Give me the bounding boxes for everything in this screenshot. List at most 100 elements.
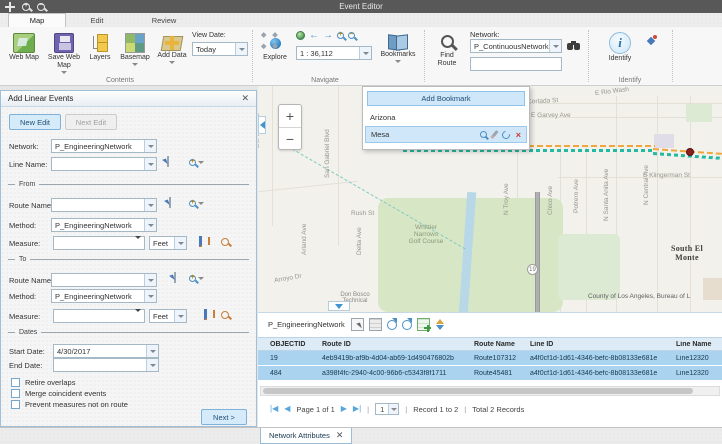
layers-button[interactable]: Layers <box>85 33 115 62</box>
sort-records-icon[interactable] <box>435 318 448 331</box>
find-route-input[interactable] <box>470 57 562 71</box>
group-label-contents: Contents <box>60 77 180 84</box>
zoom-to-feature-icon[interactable]: + <box>189 200 204 207</box>
zoom-out-icon[interactable]: − <box>37 3 45 11</box>
panel-collapse-button[interactable] <box>258 116 266 134</box>
zoom-to-feature-icon[interactable]: + <box>189 159 204 166</box>
find-route-network-select[interactable]: P_ContinuousNetwork <box>470 39 562 53</box>
tab-map[interactable]: Map <box>8 13 66 27</box>
chevron-down-icon <box>144 219 156 231</box>
pan-icon[interactable] <box>5 2 15 12</box>
to-measure-input[interactable] <box>53 309 145 323</box>
zoom-in-icon[interactable]: + <box>22 3 30 11</box>
web-map-button[interactable]: Web Map <box>6 33 42 62</box>
find-route-button[interactable]: Find Route <box>430 35 464 68</box>
save-web-map-button[interactable]: Save Web Map <box>46 33 82 74</box>
identify-button[interactable]: Identify <box>600 32 640 63</box>
tab-network-attributes[interactable]: Network Attributes ✕ <box>260 428 352 444</box>
zoom-to-measure-icon[interactable] <box>221 238 229 246</box>
checkbox[interactable] <box>11 400 20 409</box>
bookmark-item-arizona[interactable]: Arizona <box>365 110 527 124</box>
map-scale-select[interactable]: 1 : 36,112 <box>296 46 372 60</box>
zoom-to-feature-icon[interactable]: + <box>189 275 204 282</box>
binoculars-icon[interactable] <box>567 41 580 50</box>
add-bookmark-button[interactable]: Add Bookmark <box>367 91 525 106</box>
table-row[interactable]: 19 4eb9419b-af9b-4d04-ab69-1d490476802b … <box>258 351 722 366</box>
related-records-icon[interactable] <box>417 318 430 331</box>
chevron-down-icon <box>144 274 156 286</box>
last-page-icon[interactable]: ▶| <box>353 405 361 413</box>
next-edit-button[interactable]: Next Edit <box>65 114 117 130</box>
basemap-button[interactable]: Basemap <box>117 33 153 66</box>
checkbox[interactable] <box>11 389 20 398</box>
chevron-down-icon <box>388 404 398 414</box>
pan-to-selected-icon[interactable] <box>402 320 412 330</box>
close-icon[interactable]: ✕ <box>241 93 249 104</box>
column-header[interactable]: Route ID <box>310 341 462 348</box>
view-date-select[interactable]: Today <box>192 42 248 56</box>
to-method-select[interactable]: P_EngineeringNetwork <box>51 289 157 303</box>
end-date-select[interactable] <box>53 358 159 372</box>
checkbox[interactable] <box>11 378 20 387</box>
previous-extent-icon[interactable]: ← <box>309 31 319 40</box>
scrollbar-thumb[interactable] <box>263 388 693 394</box>
select-on-map-icon[interactable] <box>174 272 176 283</box>
start-date-select[interactable]: 4/30/2017 <box>53 344 159 358</box>
next-button[interactable]: Next > <box>201 409 247 425</box>
network-select[interactable]: P_EngineeringNetwork <box>51 139 157 153</box>
select-records-icon[interactable] <box>351 318 364 331</box>
bookmark-item-mesa[interactable]: Mesa × <box>365 126 527 143</box>
select-on-map-icon[interactable] <box>167 156 169 167</box>
add-data-icon <box>161 36 184 51</box>
zoom-out-icon[interactable]: − <box>348 32 355 39</box>
from-measure-unit-select[interactable]: Feet <box>149 236 187 250</box>
from-route-name-select[interactable] <box>51 198 157 212</box>
zoom-in-icon[interactable]: + <box>337 32 344 39</box>
tab-review[interactable]: Review <box>136 13 192 27</box>
table-row[interactable]: 484 a398f4fc-2940-4c00-96b6-c5343f8f1711… <box>258 366 722 381</box>
next-extent-icon[interactable]: → <box>323 31 333 40</box>
map-zoom-in-button[interactable]: + <box>279 105 301 127</box>
layers-icon <box>90 33 110 53</box>
to-measure-unit-select[interactable]: Feet <box>149 309 187 323</box>
chevron-down-icon <box>144 199 156 211</box>
window-title: Event Editor <box>0 2 722 11</box>
tab-edit[interactable]: Edit <box>72 13 122 27</box>
zoom-to-selected-icon[interactable] <box>387 320 397 330</box>
table-collapse-button[interactable] <box>328 301 350 311</box>
identify-pin-icon[interactable] <box>648 35 657 44</box>
measure-tool-icon[interactable] <box>204 309 207 320</box>
zoom-to-bookmark-icon[interactable] <box>480 131 487 138</box>
measure-tool-icon[interactable] <box>199 236 202 247</box>
from-measure-input[interactable] <box>53 236 145 250</box>
street-label: Delta Ave <box>356 227 363 255</box>
from-method-select[interactable]: P_EngineeringNetwork <box>51 218 157 232</box>
show-table-icon[interactable] <box>369 318 382 331</box>
column-header[interactable]: OBJECTID <box>258 341 310 348</box>
edit-bookmark-icon[interactable] <box>490 130 498 139</box>
explore-button[interactable]: Explore <box>258 33 292 62</box>
refresh-bookmark-icon[interactable] <box>500 129 511 140</box>
zoom-to-measure-icon[interactable] <box>221 311 229 319</box>
column-header[interactable]: Route Name <box>462 341 518 348</box>
page-number-select[interactable]: 1 <box>375 403 399 415</box>
map-canvas[interactable]: 19 E Cortada St E Garvey Ave E Rio Wash … <box>258 86 722 312</box>
close-icon[interactable]: ✕ <box>336 430 344 441</box>
delete-bookmark-icon[interactable]: × <box>516 131 521 139</box>
add-data-button[interactable]: Add Data <box>155 33 189 64</box>
previous-page-icon[interactable]: ◀ <box>284 405 290 413</box>
column-header[interactable]: Line ID <box>518 341 664 348</box>
to-route-name-select[interactable] <box>51 273 157 287</box>
bookmarks-button[interactable]: Bookmarks <box>378 33 418 63</box>
to-section-divider: To <box>8 256 249 263</box>
full-extent-icon[interactable] <box>296 31 305 40</box>
next-page-icon[interactable]: ▶ <box>341 405 347 413</box>
line-name-select[interactable] <box>51 157 157 171</box>
chevron-down-icon <box>174 237 186 249</box>
select-on-map-icon[interactable] <box>169 197 171 208</box>
map-zoom-out-button[interactable]: − <box>279 127 301 149</box>
first-page-icon[interactable]: |◀ <box>270 405 278 413</box>
new-edit-button[interactable]: New Edit <box>9 114 61 130</box>
horizontal-scrollbar[interactable] <box>260 386 720 396</box>
column-header[interactable]: Line Name <box>664 341 722 348</box>
